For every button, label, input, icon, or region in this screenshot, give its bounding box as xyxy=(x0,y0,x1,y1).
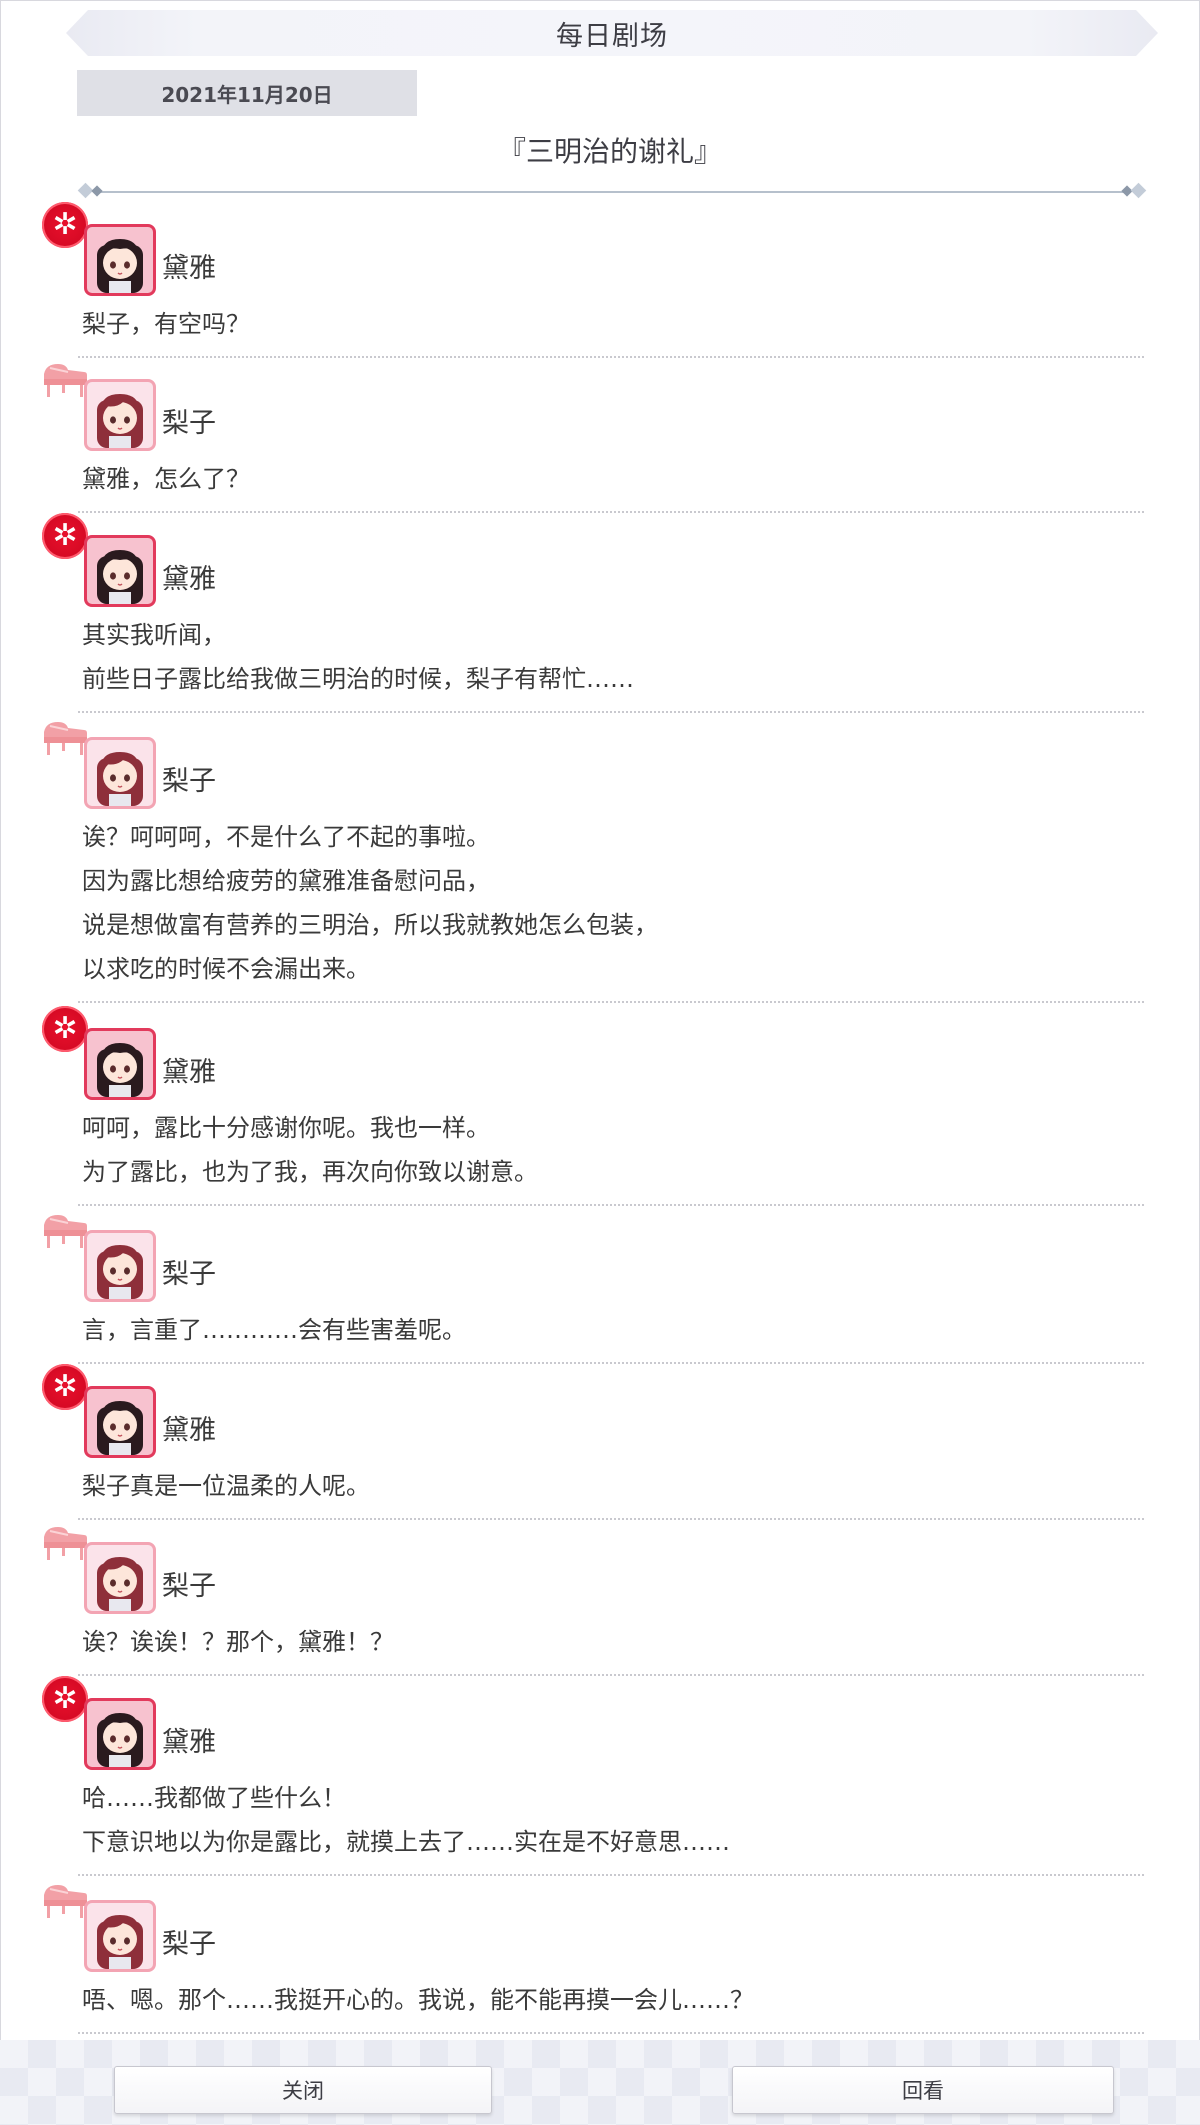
close-button[interactable]: 关闭 xyxy=(114,2066,492,2114)
piano-icon xyxy=(40,713,90,763)
red-flower-icon: ✲ xyxy=(40,511,90,561)
speaker-row: ✲ 黛雅 xyxy=(40,1362,440,1458)
red-flower-icon: ✲ xyxy=(40,1004,90,1054)
dialogue-lines: 其实我听闻， 前些日子露比给我做三明治的时候，梨子有帮忙…… xyxy=(82,613,634,701)
dialogue-line: 说是想做富有营养的三明治，所以我就教她怎么包装， xyxy=(82,911,658,939)
dialogue-line: 梨子，有空吗？ xyxy=(82,310,250,338)
character-avatar xyxy=(84,379,156,451)
dialogue-line: 前些日子露比给我做三明治的时候，梨子有帮忙…… xyxy=(82,665,634,693)
speaker-name: 黛雅 xyxy=(162,253,216,284)
dialogue-line: 因为露比想给疲劳的黛雅准备慰问品， xyxy=(82,867,490,895)
story-title: 『三明治的谢礼』 xyxy=(497,135,722,168)
header-title: 每日剧场 xyxy=(556,20,668,52)
dialogue-line: 梨子真是一位温柔的人呢。 xyxy=(82,1472,370,1500)
dialogue-lines: 哈……我都做了些什么！ 下意识地以为你是露比，就摸上去了……实在是不好意思…… xyxy=(82,1776,730,1864)
date-badge: 2021年11月20日 xyxy=(77,70,417,116)
dialogue-line: 为了露比，也为了我，再次向你致以谢意。 xyxy=(82,1158,538,1186)
character-avatar xyxy=(84,1386,156,1458)
character-avatar xyxy=(84,1028,156,1100)
red-flower-icon: ✲ xyxy=(40,200,90,250)
dialogue-lines: 梨子真是一位温柔的人呢。 xyxy=(82,1464,370,1508)
dialogue-lines: 呵呵，露比十分感谢你呢。我也一样。为了露比，也为了我，再次向你致以谢意。 xyxy=(82,1106,538,1194)
speaker-row: ✲ 黛雅 xyxy=(40,1004,440,1100)
dialogue-line: 呵呵，露比十分感谢你呢。我也一样。 xyxy=(82,1114,490,1142)
speaker-name: 梨子 xyxy=(162,1929,216,1960)
character-avatar xyxy=(84,1230,156,1302)
speaker-row: ✲ 黛雅 xyxy=(40,200,440,296)
speaker-name: 梨子 xyxy=(162,408,216,439)
piano-icon xyxy=(40,1876,90,1926)
character-avatar xyxy=(84,1900,156,1972)
speaker-row: 梨子 xyxy=(40,355,440,451)
piano-icon xyxy=(40,1206,90,1256)
dialogue-line: 黛雅，怎么了？ xyxy=(82,465,250,493)
red-flower-icon: ✲ xyxy=(40,1362,90,1412)
speaker-row: 梨子 xyxy=(40,1518,440,1614)
dialogue-lines: 唔、嗯。那个……我挺开心的。我说，能不能再摸一会儿……？ xyxy=(82,1978,754,2022)
dialogue-line: 以求吃的时候不会漏出来。 xyxy=(82,955,370,983)
dotted-divider xyxy=(78,1001,1144,1003)
speaker-name: 黛雅 xyxy=(162,564,216,595)
header-banner: 每日剧场 xyxy=(66,10,1158,56)
dialogue-line: 其实我听闻， xyxy=(82,621,226,649)
dotted-divider xyxy=(78,2032,1144,2034)
title-divider xyxy=(77,182,1147,199)
red-flower-icon: ✲ xyxy=(40,1674,90,1724)
speaker-row: 梨子 xyxy=(40,1206,440,1302)
piano-icon xyxy=(40,355,90,405)
character-avatar xyxy=(84,1698,156,1770)
speaker-name: 梨子 xyxy=(162,766,216,797)
speaker-name: 黛雅 xyxy=(162,1415,216,1446)
speaker-name: 黛雅 xyxy=(162,1057,216,1088)
dialogue-lines: 诶？呵呵呵，不是什么了不起的事啦。 因为露比想给疲劳的黛雅准备慰问品， 说是想做富有… xyxy=(82,815,658,991)
dialogue-line: 诶？诶诶！？那个，黛雅！？ xyxy=(82,1628,394,1656)
replay-button[interactable]: 回看 xyxy=(732,2066,1114,2114)
speaker-name: 梨子 xyxy=(162,1571,216,1602)
dialogue-line: 唔、嗯。那个……我挺开心的。我说，能不能再摸一会儿……？ xyxy=(82,1986,754,2014)
dialogue-line: 哈……我都做了些什么！ xyxy=(82,1784,346,1812)
dialogue-lines: 黛雅，怎么了？ xyxy=(82,457,250,501)
speaker-row: ✲ 黛雅 xyxy=(40,1674,440,1770)
character-avatar xyxy=(84,1542,156,1614)
dialogue-line: 下意识地以为你是露比，就摸上去了……实在是不好意思…… xyxy=(82,1828,730,1856)
speaker-name: 黛雅 xyxy=(162,1727,216,1758)
speaker-row: 梨子 xyxy=(40,1876,440,1972)
dialogue-line: 言，言重了…………会有些害羞呢。 xyxy=(82,1316,466,1344)
speaker-row: ✲ 黛雅 xyxy=(40,511,440,607)
speaker-row: 梨子 xyxy=(40,713,440,809)
character-avatar xyxy=(84,224,156,296)
dialogue-line: 诶？呵呵呵，不是什么了不起的事啦。 xyxy=(82,823,490,851)
dialogue-lines: 言，言重了…………会有些害羞呢。 xyxy=(82,1308,466,1352)
dialogue-lines: 梨子，有空吗？ xyxy=(82,302,250,346)
character-avatar xyxy=(84,737,156,809)
dialogue-lines: 诶？诶诶！？那个，黛雅！？ xyxy=(82,1620,394,1664)
character-avatar xyxy=(84,535,156,607)
piano-icon xyxy=(40,1518,90,1568)
speaker-name: 梨子 xyxy=(162,1259,216,1290)
